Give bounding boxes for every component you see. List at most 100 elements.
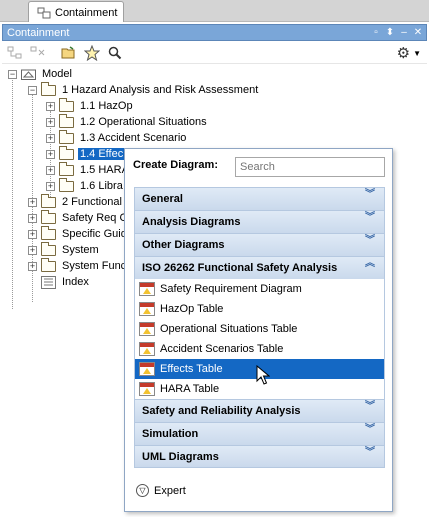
item-label: HazOp Table bbox=[160, 303, 224, 315]
category-label: Analysis Diagrams bbox=[142, 216, 241, 228]
table-diagram-icon bbox=[139, 382, 155, 396]
panel-toolbar: ⚙ ▼ bbox=[2, 42, 427, 64]
star-icon[interactable] bbox=[83, 44, 101, 62]
tree-node[interactable]: + 1.2 Operational Situations bbox=[46, 113, 209, 130]
package-folder-icon bbox=[41, 257, 56, 272]
containment-panel: Containment ▫ ⬍ – ✕ ⚙ ▼ − Model − 1 Haza… bbox=[0, 22, 429, 517]
category-label: UML Diagrams bbox=[142, 450, 219, 463]
category-iso-26262[interactable]: ISO 26262 Functional Safety Analysis ︽ bbox=[134, 256, 385, 279]
tree-node-label: Specific Guid bbox=[62, 228, 127, 240]
expand-toggle[interactable]: + bbox=[46, 133, 55, 143]
package-folder-icon bbox=[41, 225, 56, 240]
search-input[interactable] bbox=[235, 157, 385, 177]
category-other-diagrams[interactable]: Other Diagrams ︾ bbox=[134, 233, 385, 256]
options-menu[interactable]: ⚙ ▼ bbox=[397, 44, 421, 62]
category-analysis-diagrams[interactable]: Analysis Diagrams ︾ bbox=[134, 210, 385, 233]
tree-node[interactable]: + System bbox=[28, 241, 101, 258]
tree-node-label: 1.2 Operational Situations bbox=[80, 116, 207, 128]
expand-toggle[interactable]: + bbox=[28, 197, 37, 207]
table-diagram-icon bbox=[139, 322, 155, 336]
tree-node-model[interactable]: − Model bbox=[8, 66, 74, 82]
panel-titlebar: Containment ▫ ⬍ – ✕ bbox=[2, 24, 427, 41]
tree-node-selected[interactable]: + 1.4 Effec bbox=[46, 145, 126, 162]
tab-containment[interactable]: Containment bbox=[28, 1, 124, 23]
tree-node-label: 1 Hazard Analysis and Risk Assessment bbox=[62, 84, 259, 96]
item-label: Effects Table bbox=[160, 363, 223, 375]
gear-icon[interactable]: ⚙ bbox=[397, 44, 410, 62]
tree-node[interactable]: + Specific Guid bbox=[28, 225, 129, 242]
containment-icon bbox=[37, 7, 51, 19]
category-safety-reliability[interactable]: Safety and Reliability Analysis ︾ bbox=[134, 399, 385, 422]
package-folder-icon bbox=[59, 113, 74, 128]
table-diagram-icon bbox=[139, 342, 155, 356]
tree-node-label: System bbox=[62, 244, 99, 256]
category-simulation[interactable]: Simulation ︾ bbox=[134, 422, 385, 445]
collapse-all-icon[interactable] bbox=[29, 44, 47, 62]
tree-node-label: 1.1 HazOp bbox=[80, 100, 133, 112]
tree-node[interactable]: + 2 Functional bbox=[28, 193, 124, 210]
category-label: Simulation bbox=[142, 428, 199, 440]
package-folder-icon bbox=[41, 193, 56, 208]
tree-node-label: Model bbox=[42, 68, 72, 80]
diagram-item-operational-situations-table[interactable]: Operational Situations Table bbox=[134, 319, 385, 339]
expand-toggle[interactable]: + bbox=[28, 229, 37, 239]
expand-toggle[interactable]: + bbox=[46, 181, 55, 191]
tree-node-label: 2 Functional bbox=[62, 196, 122, 208]
popup-title: Create Diagram: bbox=[133, 159, 218, 171]
chevron-down-icon: ︾ bbox=[365, 401, 375, 412]
package-folder-icon bbox=[41, 241, 56, 256]
chevron-down-icon: ︾ bbox=[365, 424, 375, 435]
model-icon bbox=[21, 68, 36, 80]
package-folder-icon bbox=[59, 129, 74, 144]
tree-node[interactable]: + 1.6 Libra bbox=[46, 177, 125, 194]
tree-node[interactable]: + System Func bbox=[28, 257, 128, 274]
expand-toggle[interactable]: + bbox=[46, 149, 55, 159]
chevron-down-icon[interactable]: ▼ bbox=[413, 49, 421, 58]
expand-toggle[interactable]: + bbox=[46, 117, 55, 127]
category-label: General bbox=[142, 193, 183, 205]
table-diagram-icon bbox=[139, 282, 155, 296]
panel-title: Containment bbox=[7, 26, 70, 39]
tree-node[interactable]: + 1.1 HazOp bbox=[46, 97, 135, 114]
tree-node-label: Index bbox=[62, 276, 89, 288]
tree-node-label: System Func bbox=[62, 260, 127, 272]
tree-node-label: 1.5 HARA bbox=[80, 164, 129, 176]
expand-toggle[interactable]: + bbox=[28, 245, 37, 255]
collapse-toggle[interactable]: − bbox=[28, 85, 37, 95]
close-icon[interactable]: ✕ bbox=[412, 27, 424, 39]
category-label: Safety and Reliability Analysis bbox=[142, 405, 301, 417]
restore-icon[interactable]: ▫ bbox=[370, 27, 382, 39]
expand-toggle[interactable]: + bbox=[28, 213, 37, 223]
tree-node[interactable]: − 1 Hazard Analysis and Risk Assessment bbox=[28, 81, 260, 98]
category-label: Other Diagrams bbox=[142, 239, 225, 251]
chevron-down-icon: ︾ bbox=[365, 447, 375, 458]
diagram-item-safety-requirement[interactable]: Safety Requirement Diagram bbox=[134, 279, 385, 299]
tree-node-label: 1.4 Effec bbox=[78, 148, 126, 160]
expert-label: Expert bbox=[154, 484, 186, 497]
collapse-toggle[interactable]: − bbox=[8, 69, 17, 79]
expand-toggle[interactable]: + bbox=[46, 165, 55, 175]
tree-node[interactable]: + Safety Req C bbox=[28, 209, 129, 226]
search-icon[interactable] bbox=[106, 44, 124, 62]
category-general[interactable]: General ︾ bbox=[134, 187, 385, 210]
expert-toggle[interactable]: ▽ Expert bbox=[136, 484, 186, 497]
tree-node-label: 1.3 Accident Scenario bbox=[80, 132, 187, 144]
pin-icon[interactable]: ⬍ bbox=[384, 27, 396, 39]
tree-node[interactable]: + 1.5 HARA bbox=[46, 161, 131, 178]
diagram-item-hazop-table[interactable]: HazOp Table bbox=[134, 299, 385, 319]
open-folder-icon[interactable] bbox=[60, 44, 78, 62]
chevron-down-icon: ︾ bbox=[365, 235, 375, 246]
category-uml-diagrams[interactable]: UML Diagrams ︾ bbox=[134, 445, 385, 468]
minimize-icon[interactable]: – bbox=[398, 27, 410, 39]
expand-toggle[interactable]: + bbox=[46, 101, 55, 111]
expand-all-icon[interactable] bbox=[6, 44, 24, 62]
package-folder-icon bbox=[41, 81, 56, 96]
diagram-item-accident-scenarios-table[interactable]: Accident Scenarios Table bbox=[134, 339, 385, 359]
package-folder-icon bbox=[59, 177, 74, 192]
package-folder-icon bbox=[41, 209, 56, 224]
tree-node[interactable]: + 1.3 Accident Scenario bbox=[46, 129, 188, 146]
tree-node[interactable]: Index bbox=[41, 274, 91, 290]
tree-node-label: 1.6 Libra bbox=[80, 180, 123, 192]
expand-toggle[interactable]: + bbox=[28, 261, 37, 271]
diagram-category-list: General ︾ Analysis Diagrams ︾ Other Diag… bbox=[134, 187, 385, 468]
